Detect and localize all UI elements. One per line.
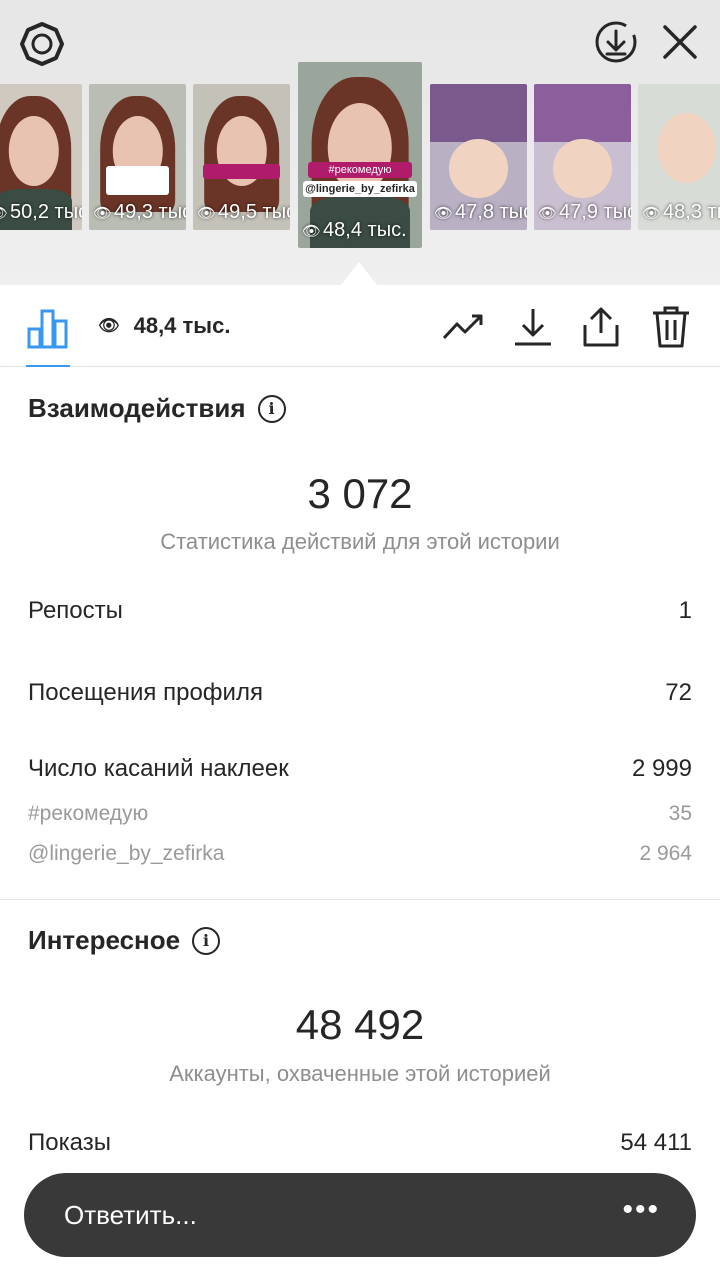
share-icon[interactable] — [579, 305, 623, 349]
story-thumbnail[interactable]: 👁48,3 тыс. — [638, 84, 720, 230]
sticker-row-mention: @lingerie_by_zefirka 2 964 — [28, 842, 692, 865]
story-thumbnails: 👁50,2 тыс. 👁49,3 тыс. 👁49,5 тыс. #рекоме… — [0, 62, 720, 254]
thumbnail-view-count: 👁49,5 тыс. — [197, 201, 290, 223]
interactions-total: 3 072 — [307, 470, 413, 517]
stat-row-profile-visits: Посещения профиля 72 — [28, 679, 692, 706]
eye-icon: 👁 — [98, 316, 120, 335]
active-tab-indicator — [26, 365, 70, 367]
thumbnail-view-count: 👁47,9 тыс. — [538, 201, 631, 223]
thumbnail-view-count: 👁50,2 тыс. — [0, 201, 82, 224]
story-thumbnail[interactable]: 👁50,2 тыс. — [0, 84, 82, 230]
insights-toolbar: 👁 48,4 тыс. — [0, 285, 720, 367]
selection-caret — [341, 262, 377, 285]
eye-icon: 👁 — [434, 205, 454, 222]
story-strip-area: 👁50,2 тыс. 👁49,3 тыс. 👁49,5 тыс. #рекоме… — [0, 0, 720, 285]
story-thumbnail[interactable]: 👁47,9 тыс. — [534, 84, 631, 230]
thumbnail-view-count: 👁48,3 тыс. — [642, 201, 720, 223]
delete-trash-icon[interactable] — [649, 305, 693, 349]
hashtag-sticker: #рекомедую — [307, 162, 413, 179]
stat-row-sticker-taps: Число касаний наклеек 2 999 — [28, 755, 692, 782]
interactions-subtitle: Статистика действий для этой истории — [160, 529, 560, 554]
bar-chart-icon[interactable] — [26, 305, 70, 349]
views-count: 👁 48,4 тыс. — [98, 313, 231, 338]
thumbnail-view-count: 👁49,3 тыс. — [93, 201, 186, 223]
mention-sticker: @lingerie_by_zefirka — [302, 181, 418, 198]
stat-row-impressions: Показы 54 411 — [28, 1129, 692, 1156]
story-thumbnail-selected[interactable]: #рекомедую @lingerie_by_zefirka 👁 48,4 ты… — [298, 62, 422, 248]
eye-icon: 👁 — [197, 205, 217, 222]
download-circle-icon[interactable] — [592, 18, 640, 66]
interactions-heading: Взаимодействия i — [28, 393, 286, 424]
info-icon[interactable]: i — [257, 394, 286, 423]
stat-row-reposts: Репосты 1 — [28, 597, 692, 624]
eye-icon: 👁 — [93, 205, 113, 222]
eye-icon: 👁 — [538, 205, 558, 222]
eye-icon: 👁 — [302, 223, 322, 240]
story-thumbnail[interactable]: 👁47,8 тыс. — [430, 84, 527, 230]
reply-input[interactable]: Ответить... — [64, 1200, 197, 1231]
discovery-heading: Интересное i — [28, 925, 221, 956]
sticker-row-hashtag: #рекомедую 35 — [28, 802, 692, 825]
close-icon[interactable] — [656, 18, 704, 66]
eye-icon: 👁 — [0, 205, 8, 222]
settings-gear-icon[interactable] — [18, 20, 66, 68]
section-divider — [0, 899, 720, 900]
more-options-icon[interactable]: ••• — [622, 1193, 660, 1227]
thumbnail-view-count: 👁 48,4 тыс. — [302, 219, 407, 241]
download-icon[interactable] — [511, 305, 555, 349]
story-thumbnail[interactable]: 👁49,3 тыс. — [89, 84, 186, 230]
trending-up-icon[interactable] — [441, 305, 485, 349]
discovery-subtitle: Аккаунты, охваченные этой историей — [169, 1061, 551, 1086]
reply-bar[interactable]: Ответить... ••• — [24, 1173, 696, 1257]
discovery-total: 48 492 — [295, 1001, 425, 1048]
insights-sheet: 👁 48,4 тыс. Взаимодействия i 3 072 Стати… — [0, 285, 720, 1280]
story-thumbnail[interactable]: 👁49,5 тыс. — [193, 84, 290, 230]
thumbnail-view-count: 👁47,8 тыс. — [434, 201, 527, 223]
eye-icon: 👁 — [642, 205, 662, 222]
info-icon[interactable]: i — [192, 926, 221, 955]
